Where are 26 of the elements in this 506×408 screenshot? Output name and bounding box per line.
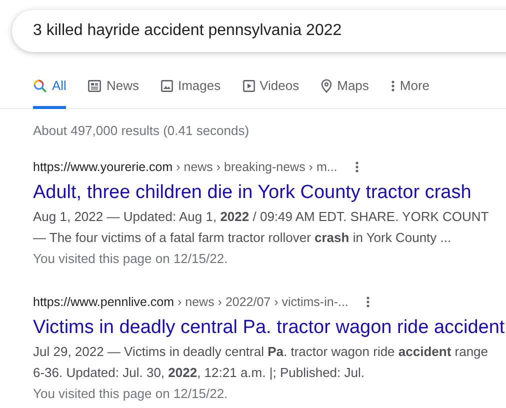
result-snippet: 6-36. Updated: Jul. 30, 2022, 12:21 a.m. |; Published: Jul. [33,364,366,382]
search-tab[interactable]: Maps [321,76,369,108]
more-options-icon[interactable] [355,161,360,174]
search-field[interactable]: 3 killed hayride accident pennsylvania 2022 [12,10,506,52]
search-tab[interactable]: News [88,76,139,108]
more-options-icon[interactable] [366,296,370,308]
newspaper-icon [88,80,102,92]
map-pin-icon [321,78,332,93]
search-tab[interactable]: More [390,76,430,108]
search-icon [33,78,47,93]
search-tab[interactable]: Images [160,76,221,108]
result-url: https://www.yourerie.com › news › breaking-news › m... [33,159,338,176]
result-snippet: Aug 1, 2022 — Updated: Aug 1, 2022 / 09:49 AM EDT. SHARE. YORK COUNT [33,208,490,226]
visited-note: You visited this page on 12/15/22. [33,250,229,268]
search-tab[interactable]: All [33,76,66,108]
visited-note: You visited this page on 12/15/22. [33,384,229,403]
result-title-link[interactable]: Victims in deadly central Pa. tractor wagon ride accident [33,316,505,340]
result-url: https://www.pennlive.com › news › 2022/07 › victims-in-... [33,294,348,311]
search-tab[interactable]: Videos [242,76,300,108]
result-snippet: Jul 29, 2022 — Victims in deadly central Pa. tractor wagon ride accident range [33,342,490,361]
result-title-link[interactable]: Adult, three children die in York County tractor crash [33,180,472,206]
more-icon [390,80,395,92]
result-snippet: — The four victims of a fatal farm tractor rollover crash in York County ... [33,228,452,247]
image-icon [160,80,173,92]
play-icon [242,80,255,92]
result-stats: About 497,000 results (0.41 seconds) [33,122,250,140]
